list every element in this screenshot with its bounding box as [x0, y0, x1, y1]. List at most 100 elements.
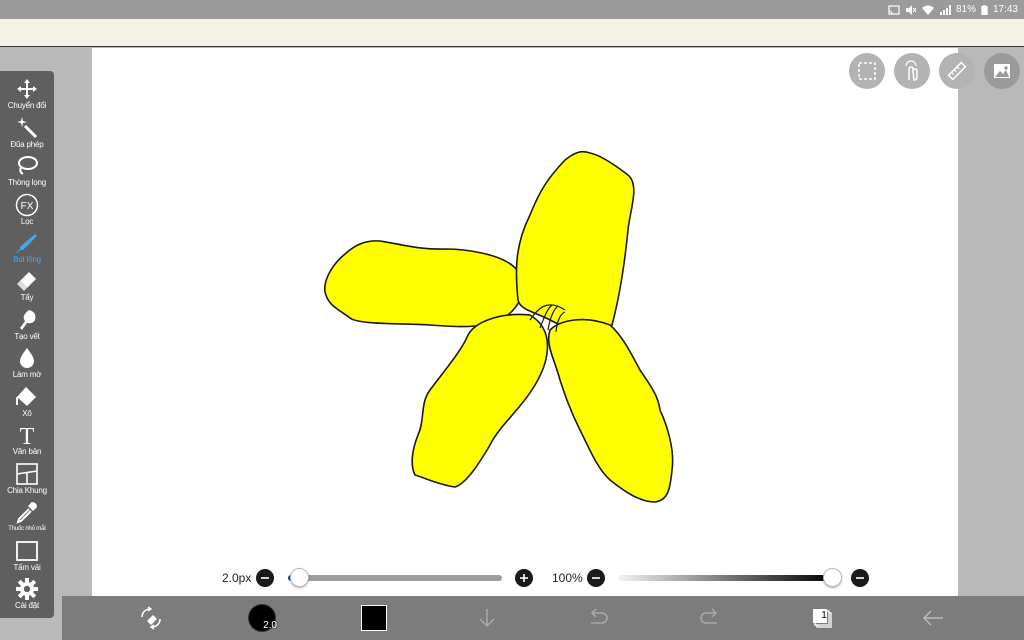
brush-size-control: 2.0px [222, 568, 275, 588]
tool-move[interactable]: Chuyển đổi [0, 77, 54, 115]
tool-label: Tạo vết [14, 332, 40, 341]
tool-fill[interactable]: Xô [0, 385, 54, 423]
signal-icon [939, 4, 951, 15]
back-icon [922, 610, 943, 626]
tool-label: Bút lông [13, 255, 41, 264]
app-bar [0, 19, 1024, 47]
battery-percent: 81% [955, 4, 976, 15]
tool-smudge[interactable]: Tạo vết [0, 308, 54, 346]
lasso-icon [18, 156, 38, 175]
tool-label: Thuốc nhỏ mắt [8, 526, 46, 532]
eraser-icon [17, 272, 36, 291]
opacity-track[interactable] [618, 575, 833, 581]
opacity-knob[interactable] [823, 568, 842, 587]
tool-label: Thòng lọng [7, 178, 47, 187]
opacity-value: 100% [552, 571, 583, 585]
layer-count: 1 [821, 610, 827, 621]
tool-palette: Chuyển đổi Đũa phép Thòng lọng FX Lọc Bú… [0, 71, 54, 618]
selection-button[interactable] [849, 53, 885, 89]
brush-size-icon: 2.0 [248, 604, 277, 632]
text-icon: T [20, 424, 35, 447]
tool-label: Tẩy [20, 293, 34, 302]
touch-button[interactable] [894, 53, 930, 89]
tool-label: Cài đặt [15, 601, 39, 610]
download-button[interactable] [472, 596, 502, 640]
svg-text:T: T [20, 424, 35, 447]
image-button[interactable] [984, 53, 1020, 89]
tool-settings[interactable]: Cài đặt [0, 577, 54, 615]
brush-size-increase-button[interactable] [515, 569, 533, 587]
brush-size-value: 2.0px [222, 571, 252, 585]
cast-icon [888, 4, 900, 15]
status-icons: 81% 17:43 [888, 3, 1018, 16]
transform-eraser-icon [141, 606, 161, 630]
tool-canvas[interactable]: Tấm vải [0, 539, 54, 577]
eyedropper-icon [16, 502, 37, 524]
flower-petal-left [324, 240, 527, 328]
flower-petal-top [515, 150, 635, 336]
undo-button[interactable] [583, 596, 613, 640]
back-button[interactable] [918, 596, 948, 640]
flower-drawing [324, 150, 674, 503]
brush-size-knob[interactable] [289, 568, 309, 587]
tool-filter[interactable]: FX Lọc [0, 193, 54, 231]
opacity-control: 100% [552, 568, 605, 588]
layers-button[interactable]: 1 [807, 596, 837, 640]
transform-eraser-button[interactable] [136, 596, 166, 640]
svg-text:FX: FX [21, 201, 34, 212]
minus-icon [591, 577, 600, 579]
redo-button[interactable] [695, 596, 725, 640]
plus-icon [520, 574, 528, 582]
tool-label: Chuyển đổi [7, 101, 47, 110]
tool-brush[interactable]: Bút lông [0, 231, 54, 269]
tool-label: Văn bản [12, 447, 42, 456]
magic-wand-icon [17, 117, 38, 139]
brush-size-track[interactable] [288, 575, 502, 581]
battery-icon [981, 4, 988, 15]
tool-label: Chia Khung [7, 486, 47, 495]
brush-size-button[interactable]: 2.0 [246, 596, 278, 640]
smudge-icon [20, 310, 36, 330]
touch-icon [905, 60, 918, 81]
tool-blur[interactable]: Làm mờ [0, 346, 54, 384]
frame-divider-icon [16, 463, 38, 485]
color-swatch-icon [361, 605, 387, 631]
tool-label: Tấm vải [13, 563, 41, 572]
brush-preview-label: 2.0 [263, 620, 277, 631]
image-icon [994, 64, 1010, 78]
tool-label: Xô [22, 409, 32, 418]
selection-icon [858, 62, 876, 80]
bottom-toolbar: 2.0 1 [62, 596, 1024, 640]
minus-icon [856, 577, 864, 579]
gear-icon [16, 578, 38, 600]
tool-label: Lọc [20, 217, 34, 226]
brush-icon [16, 234, 37, 254]
tool-text[interactable]: T Văn bản [0, 423, 54, 461]
canvas-icon [16, 541, 38, 561]
flower-petal-bottom-right [547, 318, 674, 503]
tool-label: Làm mờ [12, 370, 42, 379]
redo-icon [700, 608, 718, 624]
opacity-decrease-button[interactable] [586, 569, 605, 587]
opacity-increase-button[interactable] [851, 569, 869, 587]
top-tools [849, 53, 1020, 89]
tool-magic-wand[interactable]: Đũa phép [0, 116, 54, 154]
clock: 17:43 [992, 4, 1018, 15]
mute-icon [905, 4, 917, 15]
wifi-icon [921, 5, 934, 15]
tool-eyedropper[interactable]: Thuốc nhỏ mắt [0, 500, 54, 538]
drawing-canvas[interactable] [92, 48, 958, 596]
ruler-icon [947, 61, 967, 81]
flower-petal-bottom-left [411, 313, 549, 488]
tool-frame-divider[interactable]: Chia Khung [0, 462, 54, 500]
download-icon [479, 609, 495, 628]
status-bar: 81% 17:43 [0, 0, 1024, 19]
brush-size-decrease-button[interactable] [256, 569, 275, 587]
ruler-button[interactable] [939, 53, 975, 89]
bucket-icon [16, 387, 36, 406]
undo-icon [590, 608, 608, 624]
tool-eraser[interactable]: Tẩy [0, 269, 54, 307]
color-swatch-button[interactable] [360, 596, 388, 640]
tool-lasso[interactable]: Thòng lọng [0, 154, 54, 192]
fx-icon: FX [15, 193, 39, 217]
